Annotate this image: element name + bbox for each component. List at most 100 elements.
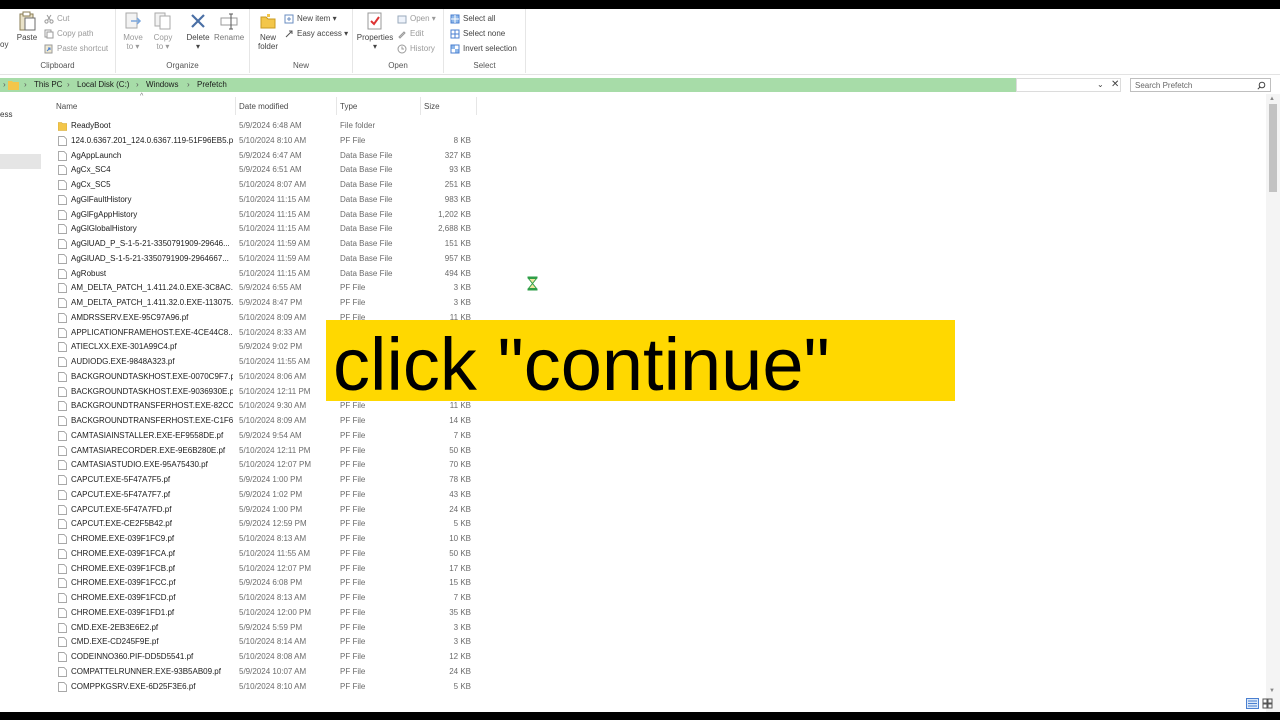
paste-button[interactable]: Paste: [14, 11, 40, 42]
move-to-icon: [125, 12, 142, 29]
rename-button[interactable]: Rename: [214, 11, 244, 42]
file-type: PF File: [340, 504, 366, 514]
file-row[interactable]: AgRobust 5/10/2024 11:15 AM Data Base File…: [52, 267, 482, 282]
file-row[interactable]: AgCx_SC4 5/9/2024 6:51 AM Data Base File 93…: [52, 163, 482, 178]
file-row[interactable]: CHROME.EXE-039F1FCC.pf 5/9/2024 6:08 PM PF…: [52, 576, 482, 591]
pin-quick-access-button[interactable]: oy: [0, 38, 8, 51]
select-none-button[interactable]: Select none: [450, 27, 505, 40]
column-header-type[interactable]: Type: [340, 100, 357, 113]
file-name: BACKGROUNDTASKHOST.EXE-0070C9F7.pf: [71, 371, 233, 381]
file-row[interactable]: BACKGROUNDTRANSFERHOST.EXE-C1F6... 5/10/2…: [52, 414, 482, 429]
file-size: 43 KB: [449, 489, 471, 499]
new-folder-button[interactable]: New folder: [254, 11, 282, 51]
open-button[interactable]: Open ▾: [397, 12, 436, 25]
file-row[interactable]: CMD.EXE-CD245F9E.pf 5/10/2024 8:14 AM PF F…: [52, 635, 482, 650]
file-row[interactable]: AM_DELTA_PATCH_1.411.24.0.EXE-3C8AC... 5/…: [52, 281, 482, 296]
column-divider[interactable]: [476, 97, 477, 115]
cut-button[interactable]: Cut: [44, 12, 69, 25]
search-input[interactable]: [1131, 79, 1253, 91]
column-divider[interactable]: [336, 97, 337, 115]
file-row[interactable]: AgGlFaultHistory 5/10/2024 11:15 AM Data B…: [52, 193, 482, 208]
breadcrumb-local-disk[interactable]: Local Disk (C:): [77, 78, 129, 92]
file-row[interactable]: CHROME.EXE-039F1FCD.pf 5/10/2024 8:13 AM P…: [52, 591, 482, 606]
file-row[interactable]: CAPCUT.EXE-5F47A7FD.pf 5/9/2024 1:00 PM PF…: [52, 503, 482, 518]
file-row[interactable]: CAMTASIAINSTALLER.EXE-EF9558DE.pf 5/9/202…: [52, 429, 482, 444]
column-divider[interactable]: [420, 97, 421, 115]
file-date-modified: 5/10/2024 8:13 AM: [239, 534, 307, 543]
file-row[interactable]: CAMTASIASTUDIO.EXE-95A75430.pf 5/10/2024 …: [52, 458, 482, 473]
breadcrumb-windows[interactable]: Windows: [146, 78, 178, 92]
file-name: CHROME.EXE-039F1FD1.pf: [71, 607, 175, 617]
file-row[interactable]: CHROME.EXE-039F1FCB.pf 5/10/2024 12:07 PM…: [52, 562, 482, 577]
file-row[interactable]: AgGlFgAppHistory 5/10/2024 11:15 AM Data B…: [52, 208, 482, 223]
new-item-button[interactable]: New item ▾: [284, 12, 337, 25]
paste-shortcut-button[interactable]: Paste shortcut: [44, 42, 108, 55]
nav-item-selected[interactable]: [0, 154, 41, 169]
file-row[interactable]: COMPPKGSRV.EXE-6D25F3E6.pf 5/10/2024 8:10…: [52, 680, 482, 695]
history-button[interactable]: History: [397, 42, 435, 55]
file-name: BACKGROUNDTRANSFERHOST.EXE-C1F6...: [71, 416, 233, 425]
scroll-up-icon[interactable]: ▲: [1269, 96, 1275, 102]
scroll-down-icon[interactable]: ▼: [1269, 688, 1275, 694]
breadcrumb-prefetch[interactable]: Prefetch: [197, 78, 227, 92]
file-row[interactable]: 124.0.6367.201_124.0.6367.119-51F96EB5.p…: [52, 134, 482, 149]
edit-button[interactable]: Edit: [397, 27, 424, 40]
file-row[interactable]: CHROME.EXE-039F1FD1.pf 5/10/2024 12:00 PM…: [52, 606, 482, 621]
nav-item-quick-access[interactable]: ess: [0, 110, 12, 119]
breadcrumb-this-pc[interactable]: This PC: [34, 78, 62, 92]
file-row[interactable]: AgGlUAD_S-1-5-21-3350791909-2964667... 5/…: [52, 252, 482, 267]
file-date-modified: 5/10/2024 12:11 PM: [239, 445, 311, 455]
bottom-black-bar: [0, 712, 1280, 720]
file-row[interactable]: CAPCUT.EXE-5F47A7F7.pf 5/9/2024 1:02 PM PF…: [52, 488, 482, 503]
column-header-name[interactable]: Name: [56, 100, 77, 113]
file-name: CHROME.EXE-039F1FCC.pf: [71, 578, 176, 588]
delete-button[interactable]: Delete ▾: [184, 11, 212, 51]
address-bar[interactable]: › › This PC › Local Disk (C:) › Windows …: [0, 78, 1016, 92]
file-row[interactable]: CMD.EXE-2EB3E6E2.pf 5/9/2024 5:59 PM PF Fi…: [52, 621, 482, 636]
easy-access-button[interactable]: Easy access ▾: [284, 27, 348, 40]
file-date-modified: 5/9/2024 1:00 PM: [239, 504, 303, 514]
details-view-icon[interactable]: [1246, 698, 1259, 709]
vertical-scrollbar[interactable]: ▲ ▼: [1266, 94, 1280, 712]
copy-path-icon: [44, 29, 54, 39]
column-divider[interactable]: [235, 97, 236, 115]
properties-button[interactable]: Properties ▾: [355, 11, 395, 51]
file-size: 3 KB: [453, 637, 471, 647]
file-size: 50 KB: [449, 548, 471, 558]
large-icons-view-icon[interactable]: [1262, 698, 1273, 709]
up-arrow-icon[interactable]: ›: [3, 78, 6, 92]
search-box[interactable]: [1130, 78, 1271, 92]
file-row[interactable]: CAMTASIARECORDER.EXE-9E6B280E.pf 5/10/202…: [52, 444, 482, 459]
file-row[interactable]: CHROME.EXE-039F1FC9.pf 5/10/2024 8:13 AM P…: [52, 532, 482, 547]
file-row[interactable]: AM_DELTA_PATCH_1.411.32.0.EXE-113075... 5…: [52, 296, 482, 311]
column-header-date[interactable]: Date modified: [239, 100, 288, 113]
file-type: Data Base File: [340, 253, 393, 263]
file-row[interactable]: AgGlUAD_P_S-1-5-21-3350791909-29646... 5/…: [52, 237, 482, 252]
file-row[interactable]: CHROME.EXE-039F1FCA.pf 5/10/2024 11:55 AM…: [52, 547, 482, 562]
file-row[interactable]: COMPATTELRUNNER.EXE-93B5AB09.pf 5/9/2024 …: [52, 665, 482, 680]
chevron-down-icon[interactable]: ⌄: [1097, 79, 1104, 91]
column-header-size[interactable]: Size: [424, 100, 440, 113]
search-icon[interactable]: [1257, 81, 1266, 90]
file-row[interactable]: AgGlGlobalHistory 5/10/2024 11:15 AM Data …: [52, 222, 482, 237]
close-icon[interactable]: ✕: [1111, 79, 1119, 91]
copy-to-button[interactable]: Copy to ▾: [150, 11, 176, 51]
move-to-button[interactable]: Move to ▾: [120, 11, 146, 51]
file-icon: [58, 666, 67, 677]
file-row[interactable]: CODEINNO360.PIF-DD5D5541.pf 5/10/2024 8:0…: [52, 650, 482, 665]
file-row[interactable]: AgCx_SC5 5/10/2024 8:07 AM Data Base File 2…: [52, 178, 482, 193]
invert-selection-button[interactable]: Invert selection: [450, 42, 517, 55]
file-row[interactable]: CAPCUT.EXE-CE2F5B42.pf 5/9/2024 12:59 PM P…: [52, 517, 482, 532]
copy-path-button[interactable]: Copy path: [44, 27, 93, 40]
file-icon: [58, 519, 67, 530]
file-row[interactable]: ReadyBoot 5/9/2024 6:48 AM File folder: [52, 119, 482, 134]
file-row[interactable]: AgAppLaunch 5/9/2024 6:47 AM Data Base Fil…: [52, 149, 482, 164]
file-type: PF File: [340, 548, 366, 558]
file-row[interactable]: CAPCUT.EXE-5F47A7F5.pf 5/9/2024 1:00 PM PF…: [52, 473, 482, 488]
scrollbar-thumb[interactable]: [1269, 104, 1277, 192]
address-bar-empty[interactable]: ⌄ ✕: [1016, 78, 1121, 92]
file-size: [420, 119, 471, 134]
file-type: PF File: [340, 578, 366, 588]
new-item-icon: [284, 14, 294, 24]
select-all-button[interactable]: Select all: [450, 12, 495, 25]
